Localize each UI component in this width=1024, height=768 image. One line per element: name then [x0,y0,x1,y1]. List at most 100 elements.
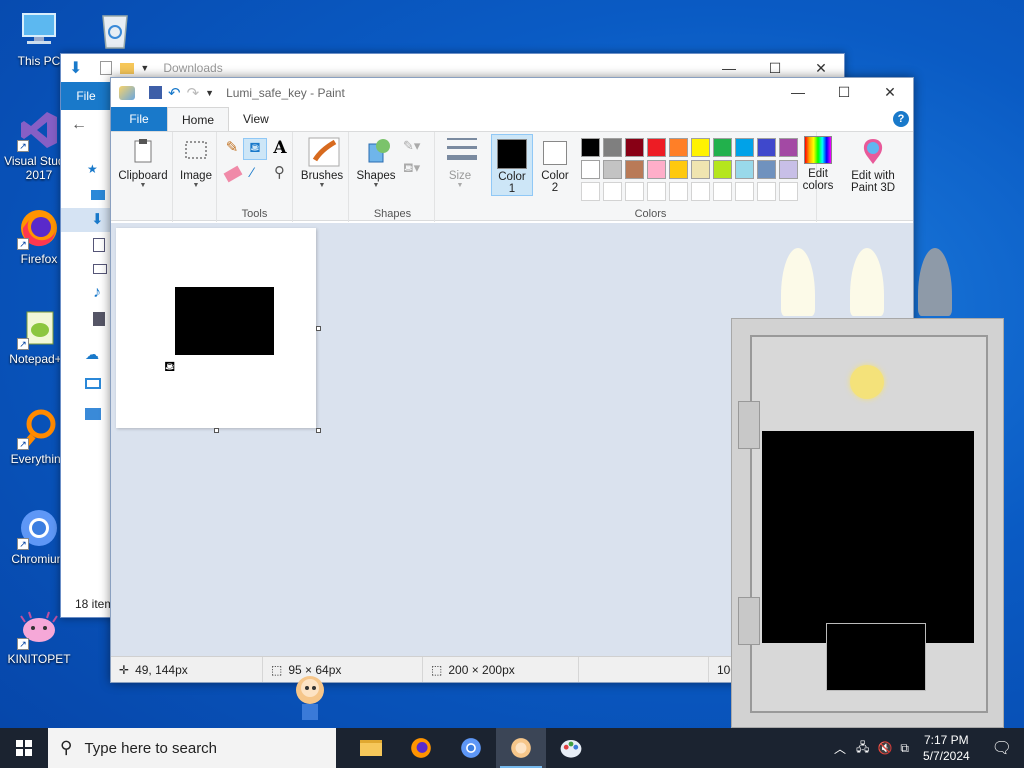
music-icon[interactable]: ♪ [93,284,101,302]
color-swatch[interactable] [625,160,644,179]
taskbar-chromium[interactable] [446,728,496,768]
brushes-button[interactable]: Brushes ▼ [297,136,347,189]
pictures-icon[interactable] [93,264,107,274]
desktop-icon-label: KINITOPET [7,652,71,666]
nav-item-downloads[interactable]: ⬇ [61,208,111,232]
shape-fill-icon[interactable]: ⛾▾ [403,160,420,178]
explorer-file-tab[interactable]: File [61,82,111,110]
color-swatch[interactable] [691,160,710,179]
notifications-icon[interactable]: 🗨 [980,738,1024,758]
paint-titlebar[interactable]: ↶ ↷ ▼ Lumi_safe_key - Paint — ☐ ✕ [111,78,913,107]
safe-hinge-bottom[interactable] [738,597,760,645]
minimize-button[interactable]: — [775,78,821,106]
custom-color-slot[interactable] [779,182,798,201]
onedrive-icon[interactable]: ☁ [85,346,99,363]
custom-color-slot[interactable] [735,182,754,201]
back-button[interactable]: ← [71,116,87,134]
taskbar-search-box[interactable]: ⚲ Type here to search [48,728,336,768]
color-swatch[interactable] [669,160,688,179]
volume-muted-icon[interactable]: 🔇 [873,741,896,755]
taskbar-lumi-app[interactable] [496,728,546,768]
qat-dropdown-icon[interactable]: ▼ [140,63,149,73]
edit-colors-button[interactable]: Edit colors [795,136,841,192]
custom-color-slot[interactable] [625,182,644,201]
tab-view[interactable]: View [229,107,283,131]
image-button[interactable]: Image ▼ [177,136,215,189]
clipboard-button[interactable]: Clipboard ▼ [115,136,171,189]
custom-color-slot[interactable] [669,182,688,201]
properties-icon[interactable] [100,61,113,75]
text-icon[interactable]: A [269,138,291,160]
color-swatch[interactable] [713,138,732,157]
safe-key-slot[interactable] [762,431,974,643]
desktop-folder-icon[interactable] [91,190,105,200]
color-swatch[interactable] [779,160,798,179]
quick-access-icon[interactable]: ★ [87,162,98,176]
resize-handle-bottom[interactable] [214,428,219,433]
color-swatch[interactable] [669,138,688,157]
eraser-icon[interactable] [223,165,243,183]
color-swatch[interactable] [757,138,776,157]
network-icon[interactable]: 🖧 [852,738,873,759]
save-icon[interactable] [149,86,162,99]
resize-handle-corner[interactable] [316,428,321,433]
maximize-button[interactable]: ☐ [821,78,867,106]
taskbar-file-explorer[interactable] [346,728,396,768]
color-swatch[interactable] [647,160,666,179]
qat-dropdown-icon[interactable]: ▼ [205,88,214,98]
drawing-canvas[interactable]: ⛾ [116,228,316,428]
action-center-small-icon[interactable]: ⧉ [896,741,913,756]
mascot-character[interactable] [288,672,332,728]
close-button[interactable]: ✕ [867,78,913,106]
safe-overlay[interactable] [731,318,1004,728]
color-swatch[interactable] [757,160,776,179]
redo-icon[interactable]: ↷ [187,84,200,102]
color-swatch[interactable] [603,138,622,157]
color1-button[interactable]: Color 1 [491,134,533,196]
videos-icon[interactable] [93,312,105,326]
color-swatch[interactable] [603,160,622,179]
taskbar-firefox[interactable] [396,728,446,768]
chevron-up-icon[interactable]: ︿ [828,740,852,757]
color-picker-icon[interactable]: ⁄ [251,164,253,180]
edit-with-paint3d-button[interactable]: Edit with Paint 3D [845,136,901,194]
outline-icon[interactable]: ✎▾ [403,138,420,154]
safe-drop-box[interactable] [826,623,926,691]
custom-color-slot[interactable] [647,182,666,201]
custom-color-slot[interactable] [713,182,732,201]
tab-home[interactable]: Home [167,107,230,131]
custom-color-slot[interactable] [757,182,776,201]
color-swatch[interactable] [581,160,600,179]
custom-color-slot[interactable] [691,182,710,201]
color-swatch[interactable] [647,138,666,157]
custom-color-slot[interactable] [603,182,622,201]
color-swatch[interactable] [625,138,644,157]
color-swatch[interactable] [691,138,710,157]
safe-hinge-top[interactable] [738,401,760,449]
network-icon[interactable] [85,408,101,420]
size-button[interactable]: Size ▼ [441,136,479,189]
start-button[interactable] [0,728,48,768]
pencil-icon[interactable]: ✎ [221,138,243,160]
desktop-icon-recycle-bin[interactable] [80,8,150,54]
magnifier-icon[interactable]: ⚲ [274,163,285,181]
taskbar-paint[interactable] [546,728,596,768]
color2-button[interactable]: Color 2 [535,134,575,196]
color-swatch[interactable] [779,138,798,157]
firefox-icon [411,738,431,758]
custom-color-slot[interactable] [581,182,600,201]
color-swatch[interactable] [735,138,754,157]
resize-handle-right[interactable] [316,326,321,331]
clock[interactable]: 7:17 PM 5/7/2024 [913,732,980,764]
this-pc-nav-icon[interactable] [85,378,101,389]
shapes-icon [361,136,391,166]
tab-file[interactable]: File [111,107,167,131]
fill-icon[interactable]: ⛾ [243,138,267,160]
documents-icon[interactable] [93,238,105,252]
help-icon[interactable]: ? [893,111,909,127]
shapes-button[interactable]: Shapes ▼ [353,136,399,189]
color-swatch[interactable] [713,160,732,179]
color-swatch[interactable] [581,138,600,157]
color-swatch[interactable] [735,160,754,179]
undo-icon[interactable]: ↶ [168,84,181,102]
